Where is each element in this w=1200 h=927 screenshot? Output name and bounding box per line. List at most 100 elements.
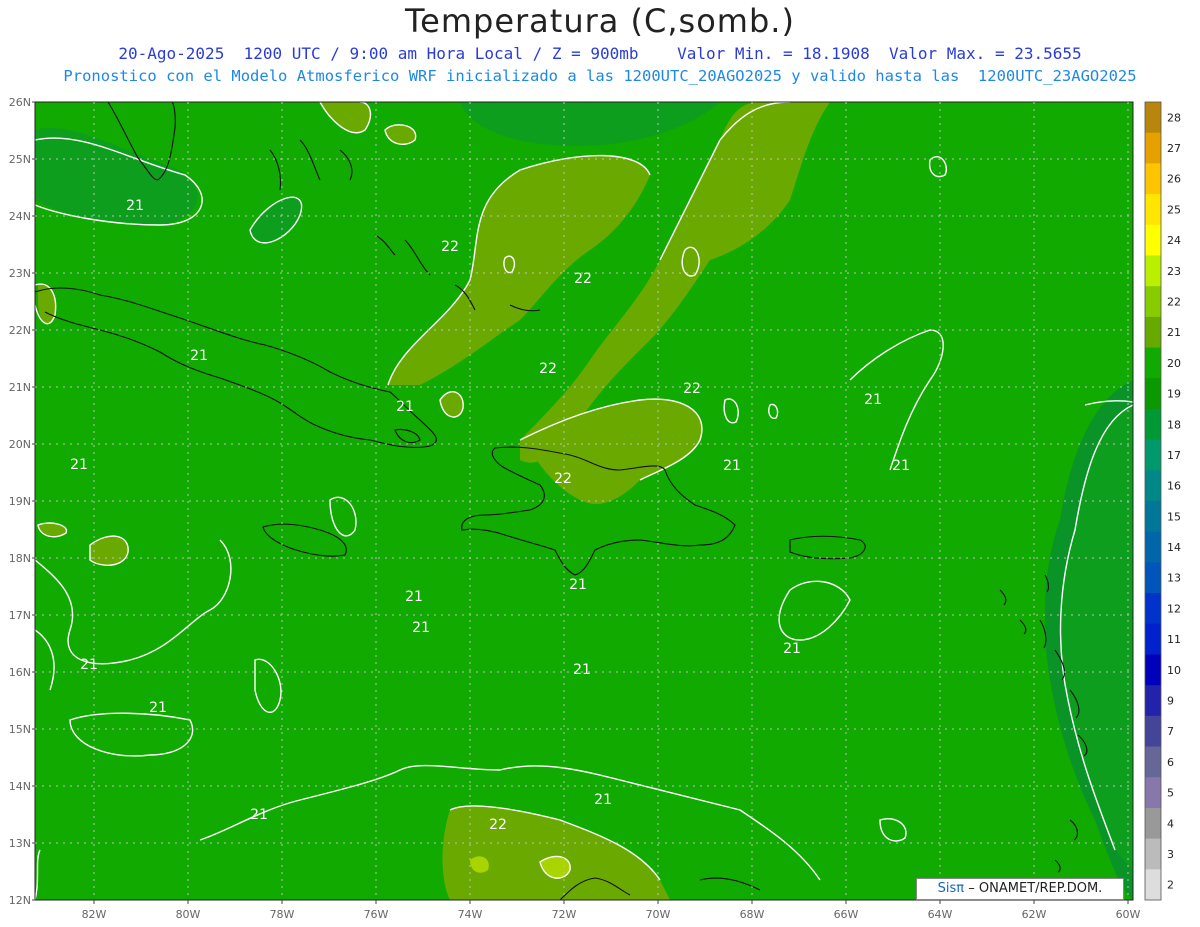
contour-label: 21 bbox=[594, 792, 612, 808]
colorbar-label: 12 bbox=[1167, 602, 1181, 615]
colorbar-label: 6 bbox=[1167, 756, 1174, 769]
colorbar-swatch bbox=[1145, 286, 1161, 318]
colorbar-label: 21 bbox=[1167, 326, 1181, 339]
colorbar-swatch bbox=[1145, 439, 1161, 471]
lat-label: 16N bbox=[9, 666, 31, 679]
colorbar-label: 13 bbox=[1167, 572, 1181, 585]
colorbar-label: 16 bbox=[1167, 480, 1181, 493]
colorbar-swatch bbox=[1145, 838, 1161, 870]
lat-label: 21N bbox=[9, 381, 31, 394]
colorbar-label: 24 bbox=[1167, 234, 1181, 247]
lat-label: 22N bbox=[9, 324, 31, 337]
map-plot-area bbox=[35, 102, 1133, 900]
credit-organization: ONAMET/REP.DOM. bbox=[974, 881, 1103, 896]
contour-label: 22 bbox=[539, 361, 557, 377]
colorbar-swatch bbox=[1145, 746, 1161, 778]
contour-label: 21 bbox=[412, 620, 430, 636]
colorbar-swatch bbox=[1145, 102, 1161, 134]
colorbar-label: 5 bbox=[1167, 787, 1174, 800]
contour-label: 21 bbox=[126, 198, 144, 214]
lat-label: 15N bbox=[9, 723, 31, 736]
colorbar-swatch bbox=[1145, 132, 1161, 164]
contour-label: 22 bbox=[683, 381, 701, 397]
contour-label: 21 bbox=[573, 662, 591, 678]
colorbar-label: 14 bbox=[1167, 541, 1181, 554]
credit-box: Sisπ – ONAMET/REP.DOM. bbox=[916, 878, 1124, 900]
temperature-colorbar: 2827262524232221201918171615141312111097… bbox=[1144, 101, 1181, 901]
colorbar-swatch bbox=[1145, 715, 1161, 748]
contour-label: 21 bbox=[892, 458, 910, 474]
contour-label: 21 bbox=[783, 641, 801, 657]
colorbar-label: 27 bbox=[1167, 142, 1181, 155]
colorbar-swatch bbox=[1145, 163, 1161, 195]
lon-label: 76W bbox=[364, 908, 389, 921]
longitude-labels: 82W 80W 78W 76W 74W 72W 70W 68W 66W 64W 62W 60W bbox=[82, 900, 1141, 921]
colorbar-label: 2 bbox=[1167, 879, 1174, 892]
colorbar-swatch bbox=[1145, 654, 1161, 686]
lat-label: 18N bbox=[9, 552, 31, 565]
lat-label: 14N bbox=[9, 780, 31, 793]
contour-label: 21 bbox=[149, 700, 167, 716]
lon-label: 72W bbox=[552, 908, 577, 921]
lon-label: 82W bbox=[82, 908, 107, 921]
contour-label: 21 bbox=[723, 458, 741, 474]
colorbar-label: 18 bbox=[1167, 418, 1181, 431]
latitude-labels: 26N 25N 24N 23N 22N 21N 20N 19N 18N 17N 16N 15N 14N 1… bbox=[9, 96, 35, 907]
colorbar-swatch bbox=[1145, 224, 1161, 256]
colorbar-label: 10 bbox=[1167, 664, 1181, 677]
colorbar-label: 20 bbox=[1167, 357, 1181, 370]
contour-label: 22 bbox=[574, 271, 592, 287]
contour-label: 22 bbox=[554, 471, 572, 487]
contour-label: 21 bbox=[80, 657, 98, 673]
lon-label: 80W bbox=[176, 908, 201, 921]
colorbar-swatch bbox=[1145, 593, 1161, 625]
lon-label: 78W bbox=[270, 908, 295, 921]
lat-label: 19N bbox=[9, 495, 31, 508]
colorbar-label: 23 bbox=[1167, 265, 1181, 278]
colorbar-swatch bbox=[1145, 562, 1161, 594]
contour-label: 21 bbox=[250, 807, 268, 823]
lon-label: 66W bbox=[834, 908, 859, 921]
lat-label: 12N bbox=[9, 894, 31, 907]
lon-label: 62W bbox=[1022, 908, 1047, 921]
lon-label: 74W bbox=[458, 908, 483, 921]
colorbar-label: 7 bbox=[1167, 725, 1174, 738]
colorbar-label: 4 bbox=[1167, 817, 1174, 830]
lat-label: 17N bbox=[9, 609, 31, 622]
lat-label: 26N bbox=[9, 96, 31, 109]
colorbar-label: 3 bbox=[1167, 848, 1174, 861]
colorbar-label: 25 bbox=[1167, 203, 1181, 216]
colorbar-swatch bbox=[1145, 255, 1161, 287]
colorbar-label: 15 bbox=[1167, 510, 1181, 523]
contour-label: 21 bbox=[190, 348, 208, 364]
colorbar-swatch bbox=[1145, 807, 1161, 840]
colorbar-swatch bbox=[1145, 685, 1161, 717]
colorbar-swatch bbox=[1145, 316, 1161, 349]
colorbar-swatch bbox=[1145, 470, 1161, 502]
colorbar-label: 26 bbox=[1167, 173, 1181, 186]
colorbar-swatch bbox=[1145, 777, 1161, 809]
lat-label: 23N bbox=[9, 267, 31, 280]
contour-label: 21 bbox=[864, 392, 882, 408]
colorbar-label: 17 bbox=[1167, 449, 1181, 462]
credit-brand: Sisπ bbox=[937, 881, 965, 896]
lon-label: 64W bbox=[928, 908, 953, 921]
colorbar-swatch bbox=[1145, 378, 1161, 410]
contour-label: 21 bbox=[569, 577, 587, 593]
lon-label: 70W bbox=[646, 908, 671, 921]
colorbar-swatch bbox=[1145, 869, 1161, 901]
contour-label: 21 bbox=[405, 589, 423, 605]
colorbar-label: 11 bbox=[1167, 633, 1181, 646]
colorbar-swatch bbox=[1145, 194, 1161, 226]
contour-label: 22 bbox=[441, 239, 459, 255]
lat-label: 20N bbox=[9, 438, 31, 451]
colorbar-swatch bbox=[1145, 347, 1161, 379]
credit-dash: – bbox=[964, 881, 975, 896]
colorbar-swatch bbox=[1145, 623, 1161, 655]
colorbar-label: 22 bbox=[1167, 296, 1181, 309]
colorbar-swatch bbox=[1145, 501, 1161, 533]
colorbar-swatch bbox=[1145, 531, 1161, 563]
lon-label: 60W bbox=[1116, 908, 1141, 921]
lon-label: 68W bbox=[740, 908, 765, 921]
colorbar-swatch bbox=[1145, 408, 1161, 441]
